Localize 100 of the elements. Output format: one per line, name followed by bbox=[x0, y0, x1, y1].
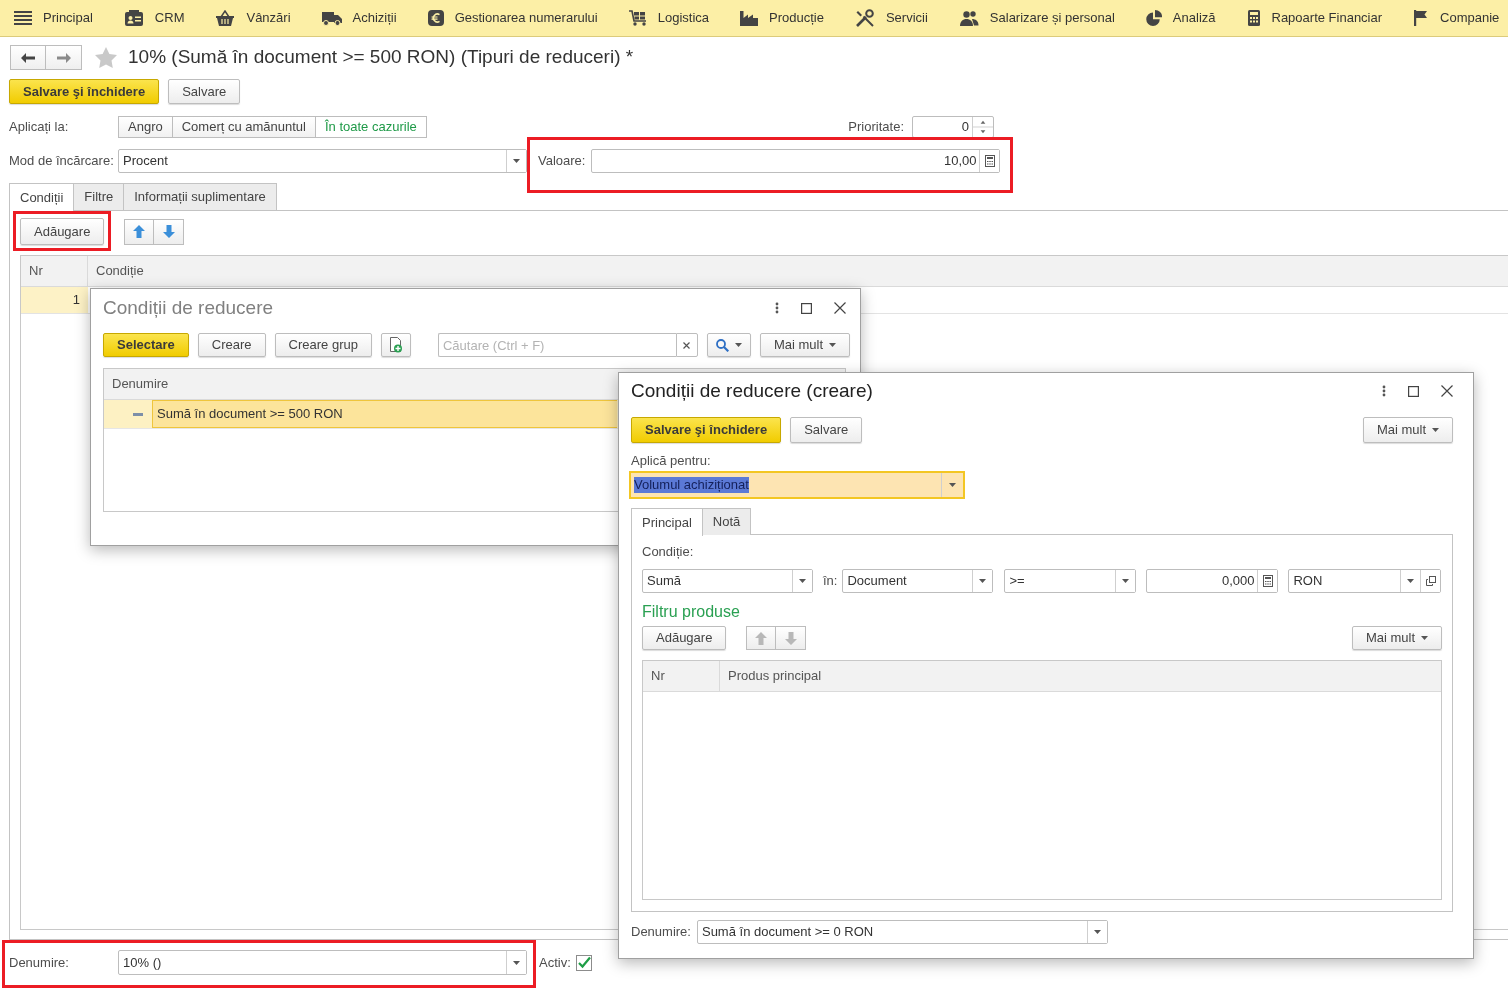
clear-button[interactable] bbox=[675, 333, 698, 357]
add-button[interactable]: Adăugare bbox=[20, 218, 105, 245]
create-button[interactable]: Creare bbox=[197, 333, 266, 357]
list-cell[interactable]: Sumă în document >= 500 RON bbox=[152, 400, 617, 428]
select-button[interactable]: Selectare bbox=[103, 333, 189, 357]
back-button[interactable] bbox=[10, 45, 46, 70]
caret-icon bbox=[799, 579, 806, 583]
flag-icon bbox=[1413, 10, 1430, 26]
scope-field[interactable]: Document bbox=[842, 569, 994, 593]
add-button[interactable]: Adăugare bbox=[642, 626, 727, 650]
table-cell: 1 bbox=[21, 287, 88, 313]
add-document-button[interactable] bbox=[380, 333, 411, 357]
dialog-title: Condiții de reducere (creare) bbox=[631, 379, 873, 403]
amount-field[interactable]: 0,000 bbox=[1146, 569, 1279, 593]
save-and-close-button[interactable]: Salvare şi închidere bbox=[631, 417, 782, 443]
menu-item[interactable]: Salarizare și personal bbox=[958, 10, 1115, 26]
column-header: Produs principal bbox=[727, 667, 823, 686]
dropdown-button[interactable] bbox=[972, 570, 993, 592]
section-title: Filtru produse bbox=[642, 603, 740, 621]
menu-item[interactable]: Companie bbox=[1413, 10, 1500, 26]
save-and-close-button[interactable]: Salvare şi închidere bbox=[9, 79, 160, 104]
currency-field[interactable]: RON bbox=[1288, 569, 1442, 593]
window-title: 10% (Sumă în document >= 500 RON) (Tipuri de reduceri) * bbox=[128, 46, 634, 69]
column-header: Condiție bbox=[95, 262, 145, 281]
move-up-button[interactable] bbox=[124, 218, 155, 245]
name-field[interactable]: Sumă în document >= 0 RON bbox=[696, 920, 1108, 944]
caret-icon bbox=[1407, 579, 1415, 583]
caret-icon bbox=[734, 343, 742, 347]
name-field[interactable]: 10% () bbox=[118, 950, 527, 975]
tab[interactable]: Filtre bbox=[73, 183, 125, 210]
menu-item[interactable]: Producție bbox=[740, 10, 824, 26]
maximize-icon[interactable] bbox=[801, 302, 812, 314]
tab[interactable]: Condiții bbox=[9, 183, 75, 211]
dropdown-button[interactable] bbox=[506, 951, 526, 974]
caret-icon bbox=[513, 159, 520, 163]
move-down-button[interactable] bbox=[154, 218, 185, 245]
field-label: Condiție: bbox=[642, 544, 694, 559]
factory-icon bbox=[740, 10, 758, 26]
field-label: Activ: bbox=[539, 954, 571, 971]
calculator-button[interactable] bbox=[1257, 570, 1278, 592]
create-group-button[interactable]: Creare grup bbox=[274, 333, 372, 357]
field-label: Aplicați la: bbox=[9, 119, 70, 135]
more-button[interactable]: Mai mult bbox=[1351, 626, 1442, 650]
menu-item[interactable]: Logistica bbox=[628, 10, 709, 26]
truck-icon bbox=[321, 10, 342, 26]
kebab-menu-icon[interactable] bbox=[1382, 385, 1386, 397]
tab[interactable]: Principal bbox=[631, 508, 703, 536]
caret-icon bbox=[1093, 930, 1101, 934]
tab[interactable]: Informații suplimentare bbox=[123, 183, 277, 210]
id-card-icon bbox=[123, 10, 144, 26]
priority-field[interactable]: 0 bbox=[912, 116, 994, 138]
euro-icon bbox=[427, 10, 444, 26]
calculator-icon bbox=[984, 155, 995, 167]
kebab-menu-icon[interactable] bbox=[775, 302, 779, 314]
forward-arrow-icon bbox=[56, 52, 71, 63]
dash-icon bbox=[133, 412, 143, 416]
close-icon[interactable] bbox=[1441, 385, 1453, 397]
dropdown-button[interactable] bbox=[1086, 921, 1107, 943]
menu-item[interactable]: Servicii bbox=[854, 9, 928, 27]
star-icon[interactable] bbox=[95, 47, 117, 68]
toggle-option[interactable]: Angro bbox=[118, 116, 173, 138]
apply-for-field[interactable]: Volumul achiziționat bbox=[629, 471, 965, 499]
checkbox[interactable] bbox=[575, 954, 592, 971]
down-arrow-icon bbox=[784, 631, 797, 645]
menu-item[interactable]: Rapoarte Financiar bbox=[1246, 10, 1383, 26]
tab[interactable]: Notă bbox=[701, 508, 752, 535]
operator-field[interactable]: >= bbox=[1004, 569, 1137, 593]
spin-arrows-icon[interactable] bbox=[972, 117, 993, 137]
menu-item[interactable]: Gestionarea numerarului bbox=[427, 10, 598, 26]
save-button[interactable]: Salvare bbox=[168, 79, 241, 104]
search-button[interactable] bbox=[706, 333, 751, 357]
dropdown-button[interactable] bbox=[506, 150, 526, 172]
open-button[interactable] bbox=[1420, 570, 1441, 592]
toggle-option[interactable]: În toate cazurile bbox=[316, 116, 427, 138]
menu-item[interactable]: CRM bbox=[123, 10, 185, 26]
charge-mode-field[interactable]: Procent bbox=[118, 149, 527, 173]
close-icon[interactable] bbox=[834, 302, 846, 314]
down-arrow-icon bbox=[162, 225, 175, 238]
save-button[interactable]: Salvare bbox=[790, 417, 863, 443]
menu-item[interactable]: Analiză bbox=[1145, 10, 1216, 26]
dropdown-button[interactable] bbox=[792, 570, 812, 592]
dropdown-button[interactable] bbox=[1115, 570, 1136, 592]
caret-icon bbox=[979, 579, 987, 583]
toggle-option[interactable]: Comerț cu amănuntul bbox=[172, 116, 316, 138]
calculator-button[interactable] bbox=[979, 150, 1000, 172]
caret-icon bbox=[1421, 636, 1428, 640]
field-label: Mod de încărcare: bbox=[9, 153, 115, 169]
menu-item[interactable]: Achiziții bbox=[321, 10, 397, 26]
caret-icon bbox=[1432, 428, 1439, 432]
menu-item[interactable]: Principal bbox=[14, 10, 93, 26]
search-field[interactable]: Căutare (Ctrl + F) bbox=[437, 333, 676, 357]
calculator-icon bbox=[1262, 575, 1273, 587]
maximize-icon[interactable] bbox=[1408, 385, 1419, 397]
field-label: Valoare: bbox=[538, 153, 586, 169]
value-field[interactable]: 10,00 bbox=[591, 149, 1001, 173]
more-button[interactable]: Mai mult bbox=[1362, 417, 1453, 443]
menu-item[interactable]: Vânzări bbox=[215, 10, 291, 26]
caret-icon bbox=[513, 960, 520, 965]
measure-field[interactable]: Sumă bbox=[642, 569, 813, 593]
more-button[interactable]: Mai mult bbox=[759, 333, 851, 357]
